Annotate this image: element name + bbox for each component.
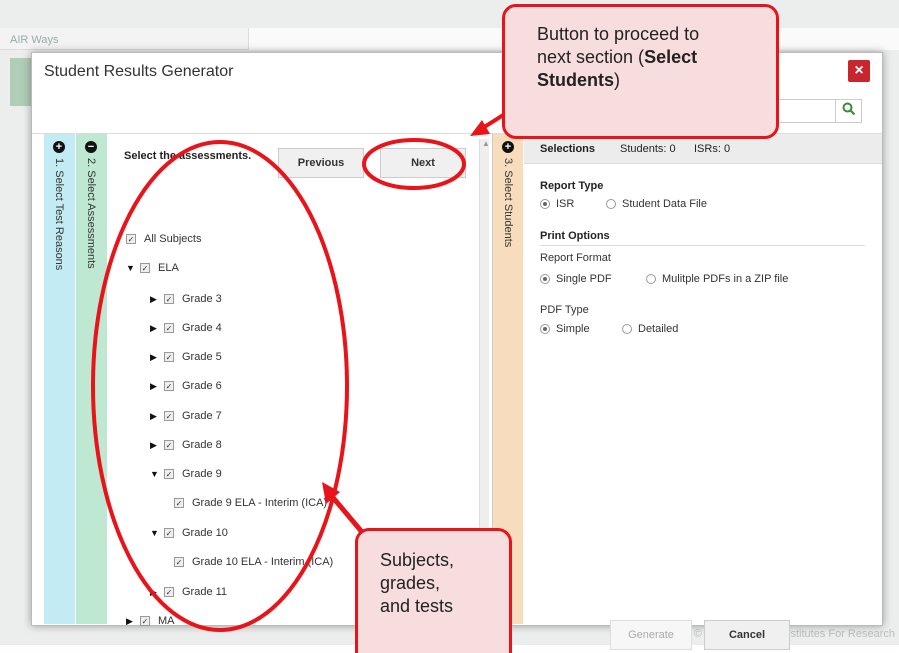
tree-item[interactable]: ▶ ✓ Grade 11 bbox=[150, 586, 227, 598]
next-button[interactable]: Next bbox=[380, 148, 466, 178]
tree-callout: Subjects, grades, and tests bbox=[355, 528, 512, 653]
previous-button[interactable]: Previous bbox=[278, 148, 364, 178]
selections-panel: Selections Students: 0 ISRs: 0 Report Ty… bbox=[524, 134, 882, 650]
radio-isr[interactable]: ISR bbox=[540, 198, 574, 210]
radio-unselected-icon bbox=[606, 199, 616, 209]
checkbox-checked-icon[interactable]: ✓ bbox=[164, 469, 174, 479]
tree-item-label: MA bbox=[158, 615, 175, 627]
checkbox-checked-icon[interactable]: ✓ bbox=[140, 616, 150, 626]
background-app-title: AIR Ways bbox=[10, 34, 59, 46]
dialog-title: Student Results Generator bbox=[44, 63, 234, 80]
tree-item-label: Grade 3 bbox=[182, 293, 222, 305]
expand-arrow-icon[interactable]: ▶ bbox=[150, 587, 164, 598]
tree-item[interactable]: ▶ ✓ Grade 3 bbox=[150, 293, 222, 305]
next-button-callout: Button to proceed to next section (Selec… bbox=[502, 4, 779, 139]
step-label: 1. Select Test Reasons bbox=[53, 158, 65, 271]
checkbox-checked-icon[interactable]: ✓ bbox=[140, 263, 150, 273]
tree-item[interactable]: ▶ ✓ MA bbox=[126, 615, 175, 627]
expand-arrow-icon[interactable]: ▶ bbox=[126, 616, 140, 627]
scroll-up-icon[interactable]: ▲ bbox=[482, 139, 490, 148]
tree-item[interactable]: ▶ ✓ Grade 5 bbox=[150, 351, 222, 363]
isrs-count: ISRs: 0 bbox=[694, 143, 731, 155]
pdf-type-label: PDF Type bbox=[540, 304, 589, 316]
generate-button[interactable]: Generate bbox=[610, 620, 692, 650]
radio-single-pdf[interactable]: Single PDF bbox=[540, 273, 612, 285]
checkbox-checked-icon[interactable]: ✓ bbox=[164, 587, 174, 597]
tree-item[interactable]: ▼ ✓ ELA bbox=[126, 262, 179, 274]
collapse-arrow-icon[interactable]: ▼ bbox=[150, 469, 164, 479]
tree-item-label: Grade 11 bbox=[182, 586, 228, 598]
radio-unselected-icon bbox=[622, 324, 632, 334]
section-divider bbox=[540, 245, 865, 246]
radio-selected-icon bbox=[540, 199, 550, 209]
expand-arrow-icon[interactable]: ▶ bbox=[150, 411, 164, 422]
checkbox-checked-icon[interactable]: ✓ bbox=[164, 323, 174, 333]
radio-selected-icon bbox=[540, 324, 550, 334]
tree-item[interactable]: ▼ ✓ Grade 10 bbox=[150, 527, 228, 539]
tree-item[interactable]: ✓ Grade 9 ELA - Interim (ICA) bbox=[174, 497, 327, 509]
tree-item[interactable]: ▶ ✓ Grade 7 bbox=[150, 410, 222, 422]
checkbox-checked-icon[interactable]: ✓ bbox=[164, 411, 174, 421]
radio-student-data-file[interactable]: Student Data File bbox=[606, 198, 707, 210]
expand-icon[interactable]: + bbox=[502, 141, 514, 153]
collapse-arrow-icon[interactable]: ▼ bbox=[126, 263, 140, 273]
step-select-test-reasons[interactable]: + 1. Select Test Reasons bbox=[44, 134, 75, 624]
checkbox-checked-icon[interactable]: ✓ bbox=[164, 440, 174, 450]
search-icon[interactable] bbox=[835, 100, 861, 122]
background-logo bbox=[10, 58, 32, 106]
radio-multiple-pdfs[interactable]: Mulitple PDFs in a ZIP file bbox=[646, 273, 788, 285]
checkbox-checked-icon[interactable]: ✓ bbox=[164, 294, 174, 304]
expand-arrow-icon[interactable]: ▶ bbox=[150, 381, 164, 392]
assessments-heading: Select the assessments. bbox=[124, 150, 252, 162]
tree-item-label: Grade 5 bbox=[182, 351, 222, 363]
step-label: 3. Select Students bbox=[502, 158, 514, 248]
checkbox-checked-icon[interactable]: ✓ bbox=[164, 381, 174, 391]
expand-arrow-icon[interactable]: ▶ bbox=[150, 323, 164, 334]
checkbox-checked-icon[interactable]: ✓ bbox=[164, 352, 174, 362]
tree-item-label: All Subjects bbox=[144, 233, 202, 245]
tree-item[interactable]: ✓ Grade 10 ELA - Interim (ICA) bbox=[174, 556, 333, 568]
print-options-label: Print Options bbox=[540, 230, 610, 242]
tree-item-label: ELA bbox=[158, 262, 179, 274]
tree-item[interactable]: ▶ ✓ Grade 4 bbox=[150, 322, 222, 334]
collapse-arrow-icon[interactable]: ▼ bbox=[150, 528, 164, 538]
radio-simple[interactable]: Simple bbox=[540, 323, 590, 335]
tree-item-label: Grade 7 bbox=[182, 410, 222, 422]
tree-item-label: Grade 9 ELA - Interim (ICA) bbox=[192, 497, 328, 509]
expand-arrow-icon[interactable]: ▶ bbox=[150, 440, 164, 451]
selections-title: Selections bbox=[540, 143, 596, 155]
tree-item[interactable]: ▶ ✓ Grade 8 bbox=[150, 439, 222, 451]
step-select-assessments[interactable]: − 2. Select Assessments bbox=[76, 134, 107, 624]
expand-icon[interactable]: + bbox=[53, 141, 65, 153]
tree-item[interactable]: ▼ ✓ Grade 9 bbox=[150, 468, 222, 480]
radio-detailed[interactable]: Detailed bbox=[622, 323, 678, 335]
report-format-label: Report Format bbox=[540, 252, 611, 264]
checkbox-checked-icon[interactable]: ✓ bbox=[126, 234, 136, 244]
expand-arrow-icon[interactable]: ▶ bbox=[150, 294, 164, 305]
checkbox-checked-icon[interactable]: ✓ bbox=[174, 498, 184, 508]
tree-item-label: Grade 9 bbox=[182, 468, 222, 480]
step-label: 2. Select Assessments bbox=[85, 158, 97, 269]
tree-item-label: Grade 10 ELA - Interim (ICA) bbox=[192, 556, 334, 568]
close-button[interactable]: × bbox=[848, 60, 870, 82]
tree-item-label: Grade 8 bbox=[182, 439, 222, 451]
tree-item-label: Grade 6 bbox=[182, 380, 222, 392]
radio-unselected-icon bbox=[646, 274, 656, 284]
tree-item-label: Grade 4 bbox=[182, 322, 222, 334]
tree-item-label: Grade 10 bbox=[182, 527, 228, 539]
checkbox-checked-icon[interactable]: ✓ bbox=[164, 528, 174, 538]
checkbox-checked-icon[interactable]: ✓ bbox=[174, 557, 184, 567]
tree-item[interactable]: ▶ ✓ Grade 6 bbox=[150, 380, 222, 392]
students-count: Students: 0 bbox=[620, 143, 676, 155]
collapse-icon[interactable]: − bbox=[85, 141, 97, 153]
tree-item[interactable]: ✓ All Subjects bbox=[126, 233, 201, 245]
cancel-button[interactable]: Cancel bbox=[704, 620, 790, 650]
report-type-label: Report Type bbox=[540, 180, 604, 192]
radio-selected-icon bbox=[540, 274, 550, 284]
expand-arrow-icon[interactable]: ▶ bbox=[150, 352, 164, 363]
